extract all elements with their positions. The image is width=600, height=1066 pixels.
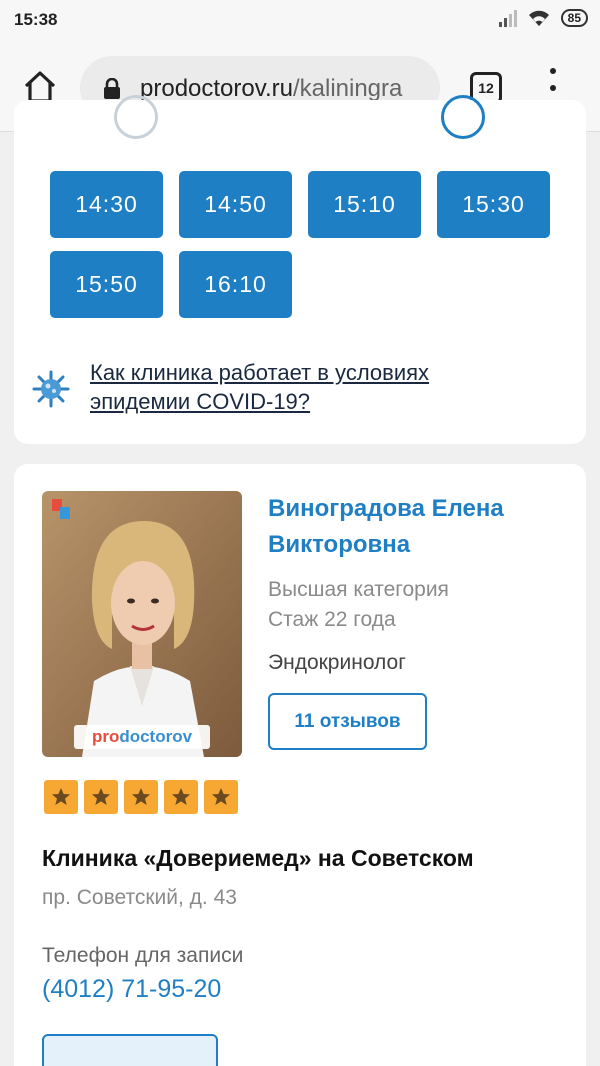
doctor-name-link[interactable]: Виноградова Елена Викторовна — [268, 491, 568, 563]
battery-icon: 85 — [560, 9, 588, 27]
doctor-experience: Стаж 22 года — [268, 608, 396, 631]
reviews-button[interactable]: 11 отзывов — [268, 693, 427, 750]
date-circle-left[interactable] — [114, 95, 158, 139]
status-time: 15:38 — [14, 10, 58, 29]
covid-info-link[interactable]: Как клиника работает в условиях эпидемии… — [90, 358, 490, 416]
doctor-photo[interactable]: prodoctorov — [42, 491, 242, 757]
time-slot-button[interactable]: 16:10 — [179, 251, 292, 318]
clinic-name[interactable]: Клиника «Довериемед» на Советском — [42, 845, 474, 872]
doctor-category: Высшая категория — [268, 578, 449, 601]
phone-number-link[interactable]: (4012) 71-95-20 — [42, 975, 221, 1004]
time-slot-button[interactable]: 14:50 — [179, 171, 292, 238]
doctor-portrait-icon — [42, 491, 242, 757]
rating-stars — [44, 780, 238, 814]
time-slot-button[interactable]: 15:50 — [50, 251, 163, 318]
time-slot-button[interactable]: 15:10 — [308, 171, 421, 238]
url-domain: prodoctorov.ru — [140, 75, 293, 102]
date-circle-right[interactable] — [441, 95, 485, 139]
star-icon — [164, 780, 198, 814]
book-button[interactable] — [42, 1034, 218, 1066]
wifi-icon — [528, 10, 549, 26]
virus-icon — [32, 370, 70, 408]
url-text[interactable]: prodoctorov.ru/kaliningra — [140, 75, 402, 103]
photo-watermark: prodoctorov — [74, 725, 210, 749]
watermark-pro: pro — [91, 727, 120, 746]
time-slot-button[interactable]: 15:30 — [437, 171, 550, 238]
watermark-doctorov: doctorov — [119, 727, 193, 746]
time-slot-button[interactable]: 14:30 — [50, 171, 163, 238]
doctor-specialty: Эндокринолог — [268, 651, 406, 674]
star-icon — [204, 780, 238, 814]
star-icon — [44, 780, 78, 814]
lock-icon — [104, 78, 120, 99]
star-icon — [124, 780, 158, 814]
clinic-address: пр. Советский, д. 43 — [42, 886, 237, 909]
status-bar: 15:38 85 — [0, 0, 600, 44]
star-icon — [84, 780, 118, 814]
signal-icon — [498, 9, 517, 27]
url-path: /kaliningra — [292, 75, 403, 102]
status-icons: 85 — [498, 9, 588, 27]
phone-label: Телефон для записи — [42, 944, 244, 967]
